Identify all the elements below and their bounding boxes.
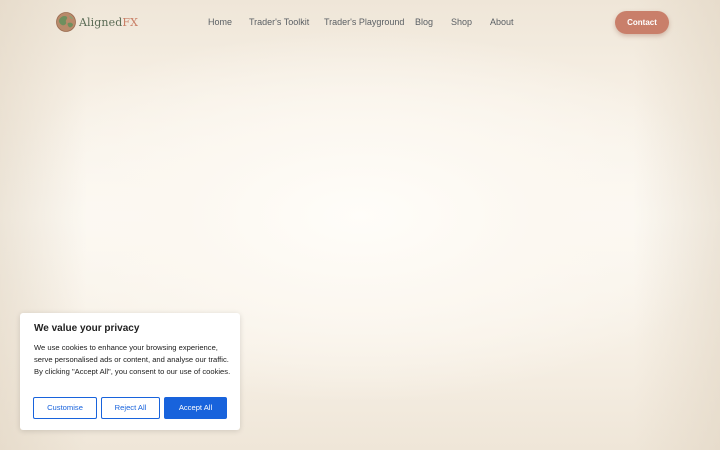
nav-item-about[interactable]: About — [490, 16, 514, 28]
contact-button[interactable]: Contact — [615, 11, 669, 34]
nav-item-home[interactable]: Home — [208, 16, 232, 28]
cookie-consent-banner: We value your privacy We use cookies to … — [20, 313, 240, 430]
reject-all-button[interactable]: Reject All — [101, 397, 160, 419]
nav-item-blog[interactable]: Blog — [415, 16, 433, 28]
customise-button[interactable]: Customise — [33, 397, 97, 419]
accept-all-button[interactable]: Accept All — [164, 397, 227, 419]
nav-item-traders-toolkit[interactable]: Trader's Toolkit — [249, 16, 309, 28]
site-header: AlignedFX Home Trader's Toolkit Trader's… — [0, 0, 720, 44]
nav-item-shop[interactable]: Shop — [451, 16, 472, 28]
cookie-banner-description: We use cookies to enhance your browsing … — [34, 343, 231, 376]
nav-item-traders-playground[interactable]: Trader's Playground — [324, 16, 404, 28]
main-nav: Home Trader's Toolkit Trader's Playgroun… — [0, 16, 720, 30]
cookie-banner-title: We value your privacy — [34, 323, 140, 334]
